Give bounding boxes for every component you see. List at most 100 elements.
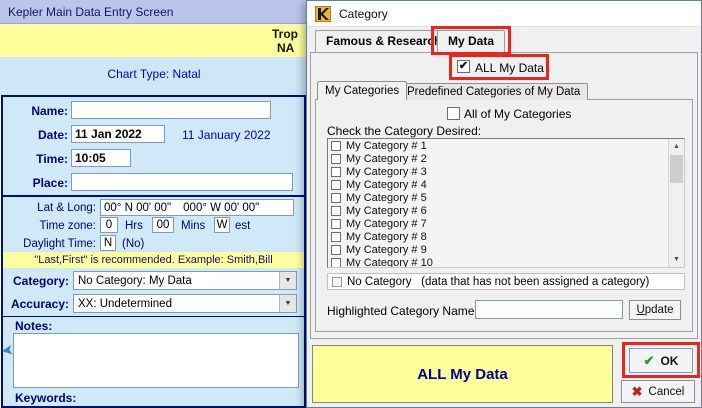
all-of-my-categories-checkbox[interactable] (447, 107, 460, 120)
latlong-field[interactable]: 00° N 00' 00" 000° W 00' 00" (100, 199, 294, 216)
category-checkbox[interactable] (331, 231, 341, 242)
date-long-text: 11 January 2022 (182, 128, 271, 142)
daylight-suffix: (No) (122, 238, 145, 250)
cancel-button[interactable]: ✖ Cancel (621, 380, 695, 403)
kepler-logo-icon (315, 5, 331, 22)
cancel-x-icon: ✖ (631, 383, 643, 399)
all-my-data-checkbox-label[interactable]: ALL My Data (475, 61, 544, 75)
name-format-hint: "Last,First" is recommended. Example: Sm… (3, 252, 304, 268)
date-input[interactable] (71, 125, 165, 143)
daylight-label: Daylight Time: (23, 238, 96, 250)
notes-textarea[interactable] (13, 333, 299, 388)
time-input[interactable] (71, 149, 131, 167)
name-label: Name: (31, 104, 68, 118)
all-of-my-categories-label[interactable]: All of My Categories (464, 107, 571, 121)
category-checkbox[interactable] (331, 205, 341, 216)
category-checkbox[interactable] (331, 257, 341, 267)
notes-label: Notes: (15, 319, 53, 333)
tab-my-data[interactable]: My Data (437, 30, 506, 53)
main-window-title: Kepler Main Data Entry Screen (8, 4, 174, 19)
banner-text-1: Trop (272, 27, 298, 41)
cancel-button-label: Cancel (648, 385, 685, 398)
category-list-item[interactable]: My Category # 4 (328, 178, 684, 191)
no-category-label: No Category (data that has not been assi… (347, 275, 650, 288)
category-item-label: My Category # 8 (346, 230, 427, 243)
data-entry-form: Name: Date: 11 January 2022 Time: Place:… (1, 95, 306, 408)
category-checkbox[interactable] (331, 192, 341, 203)
category-item-label: My Category # 2 (346, 152, 427, 165)
highlighted-category-label: Highlighted Category Name: (327, 304, 478, 318)
chart-type-text: Chart Type: Natal (107, 67, 201, 81)
category-list-label: Check the Category Desired: (327, 124, 482, 138)
category-list-item[interactable]: My Category # 2 (328, 152, 684, 165)
scroll-up-icon[interactable]: ▲ (669, 139, 684, 154)
ok-button-label: OK (660, 353, 679, 368)
send-arrow-icon[interactable]: ➤ (0, 340, 15, 360)
category-item-label: My Category # 6 (346, 204, 427, 217)
daylight-field[interactable]: N (100, 235, 116, 251)
dialog-title: Category (339, 6, 388, 21)
accuracy-dropdown[interactable]: XX: Undetermined ▼ (73, 294, 297, 313)
accuracy-label: Accuracy: (10, 297, 69, 311)
place-input[interactable] (71, 173, 293, 191)
category-label: Category: (12, 274, 69, 288)
all-my-data-button[interactable]: ALL My Data (312, 345, 613, 403)
no-category-checkbox[interactable] (332, 276, 342, 287)
check-icon: ✔ (458, 60, 469, 72)
tab-predefined-categories[interactable]: Predefined Categories of My Data (399, 83, 589, 100)
screen: Kepler Main Data Entry Screen Trop NA Ch… (0, 0, 702, 408)
tab-famous-research[interactable]: Famous & Research (315, 30, 453, 52)
accuracy-dropdown-value: XX: Undetermined (78, 297, 172, 310)
latlong-label: Lat & Long: (37, 202, 96, 214)
category-item-label: My Category # 7 (346, 217, 427, 230)
ok-button[interactable]: ✔ OK (629, 348, 693, 373)
no-category-row[interactable]: No Category (data that has not been assi… (327, 273, 685, 290)
category-list-item[interactable]: My Category # 9 (328, 243, 684, 256)
category-item-label: My Category # 9 (346, 243, 427, 256)
category-checkbox[interactable] (331, 140, 341, 151)
category-checkbox[interactable] (331, 179, 341, 190)
form-divider (3, 316, 304, 317)
tz-mins-field[interactable]: 00 (152, 217, 174, 233)
dialog-titlebar[interactable]: Category (307, 1, 701, 27)
highlighted-category-input[interactable] (475, 300, 623, 319)
keywords-label: Keywords: (15, 391, 77, 405)
category-dropdown[interactable]: No Category: My Data ▼ (73, 271, 297, 290)
place-label: Place: (32, 176, 68, 190)
tz-mins-unit: Mins (181, 220, 206, 232)
category-checkbox[interactable] (331, 166, 341, 177)
name-input[interactable] (71, 101, 271, 119)
category-checkbox[interactable] (331, 244, 341, 255)
category-checkbox[interactable] (331, 153, 341, 164)
category-checklist[interactable]: My Category # 1 My Category # 2 My Categ… (327, 138, 685, 268)
dropdown-arrow-icon[interactable]: ▼ (279, 272, 296, 289)
category-list-item[interactable]: My Category # 3 (328, 165, 684, 178)
all-my-data-button-label: ALL My Data (417, 365, 508, 383)
category-checkbox[interactable] (331, 218, 341, 229)
category-item-label: My Category # 10 (346, 256, 433, 268)
dropdown-arrow-icon[interactable]: ▼ (279, 295, 296, 312)
tz-hours-field[interactable]: 0 (100, 217, 118, 233)
scroll-down-icon[interactable]: ▼ (669, 252, 684, 267)
banner-text-2: NA (277, 41, 295, 55)
category-list-item[interactable]: My Category # 5 (328, 191, 684, 204)
ok-check-icon: ✔ (643, 352, 655, 368)
category-dropdown-value: No Category: My Data (78, 274, 192, 287)
category-list-item[interactable]: My Category # 8 (328, 230, 684, 243)
all-my-data-checkbox[interactable]: ✔ (457, 60, 470, 73)
list-scrollbar[interactable]: ▲ ▼ (668, 139, 684, 267)
date-label: Date: (37, 128, 68, 142)
category-dialog: Category Famous & Research My Data ✔ ALL… (306, 0, 702, 408)
form-divider (3, 195, 304, 197)
category-list-item[interactable]: My Category # 1 (328, 139, 684, 152)
category-item-label: My Category # 3 (346, 165, 427, 178)
tz-direction-field[interactable]: W (214, 217, 230, 233)
update-button[interactable]: Update (629, 300, 681, 320)
time-label: Time: (36, 152, 68, 166)
category-list-item[interactable]: My Category # 7 (328, 217, 684, 230)
longitude-value: 000° W 00' 00" (183, 201, 260, 214)
scrollbar-thumb[interactable] (670, 155, 683, 183)
category-list-item[interactable]: My Category # 6 (328, 204, 684, 217)
category-list-item[interactable]: My Category # 10 (328, 256, 684, 268)
tab-my-categories[interactable]: My Categories (317, 81, 408, 100)
